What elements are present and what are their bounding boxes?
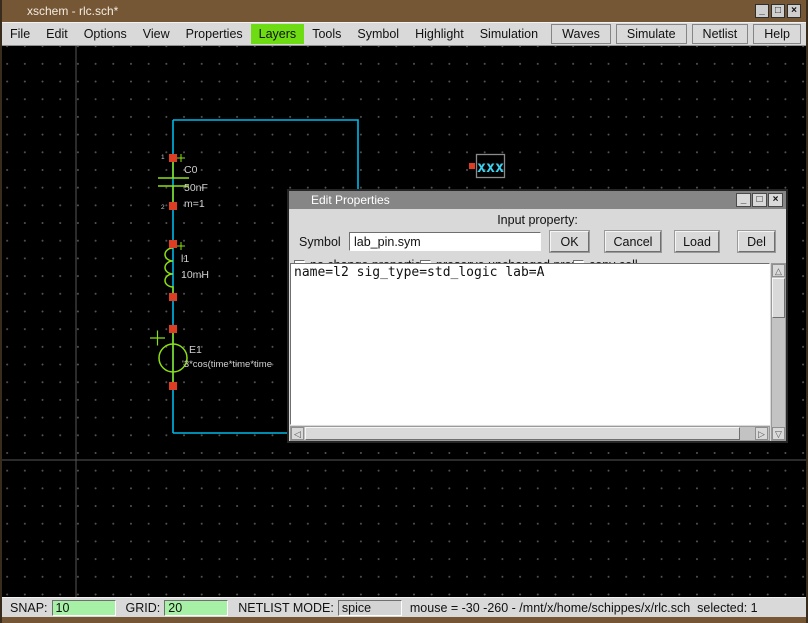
dialog-controls: _ □ × — [736, 193, 783, 207]
edit-properties-dialog: Edit Properties _ □ × Input property: Sy… — [287, 189, 788, 443]
property-text-area-wrap: name=l2 sig_type=std_logic lab=A △ ▽ ◁ ▷ — [290, 263, 786, 441]
menu-edit[interactable]: Edit — [38, 24, 76, 44]
symbol-label: Symbol — [299, 235, 341, 249]
xschem-window: xschem - rlc.sch* _ □ × File Edit Option… — [0, 0, 808, 623]
pin-square[interactable] — [169, 382, 177, 390]
maximize-icon[interactable]: □ — [752, 193, 767, 207]
minimize-icon[interactable]: _ — [736, 193, 751, 207]
component-name: E1 — [189, 344, 202, 356]
menu-bar: File Edit Options View Properties Layers… — [2, 22, 806, 46]
net-label-xxx[interactable]: xxx — [469, 155, 505, 178]
mouse-status-text: mouse = -30 -260 - /mnt/x/home/schippes/… — [410, 601, 758, 615]
voltage-source-e1[interactable]: E1 '3*cos(time*time*time — [150, 325, 272, 390]
netlist-button[interactable]: Netlist — [692, 24, 749, 44]
close-icon[interactable]: × — [787, 4, 801, 18]
capacitor-c0[interactable]: 1 2 C0 50nF m=1 — [158, 154, 208, 211]
inductor-l1[interactable]: l1 10mH — [165, 240, 209, 301]
component-name: C0 — [184, 164, 198, 176]
property-textarea[interactable]: name=l2 sig_type=std_logic lab=A — [290, 263, 770, 425]
component-name: l1 — [181, 253, 189, 265]
pin-square[interactable] — [169, 154, 177, 162]
menu-properties[interactable]: Properties — [178, 24, 251, 44]
simulate-button[interactable]: Simulate — [616, 24, 687, 44]
pin-square[interactable] — [169, 293, 177, 301]
pin-square[interactable] — [169, 240, 177, 248]
waves-button[interactable]: Waves — [551, 24, 611, 44]
menu-symbol[interactable]: Symbol — [349, 24, 407, 44]
arrow-up-icon[interactable]: △ — [772, 264, 785, 277]
menu-file[interactable]: File — [2, 24, 38, 44]
window-frame-bottom — [2, 617, 806, 623]
grid-input[interactable]: 20 — [164, 600, 228, 616]
window-titlebar[interactable]: xschem - rlc.sch* _ □ × — [2, 0, 806, 22]
symbol-row: Symbol OK Cancel Load Del — [289, 230, 786, 256]
horizontal-scrollbar-thumb[interactable] — [305, 427, 740, 440]
minimize-icon[interactable]: _ — [755, 4, 769, 18]
net-label-text: xxx — [477, 158, 504, 176]
input-property-label: Input property: — [289, 213, 786, 227]
ok-button[interactable]: OK — [550, 231, 589, 252]
arrow-right-icon[interactable]: ▷ — [755, 427, 768, 440]
pin-square[interactable] — [169, 202, 177, 210]
netlist-mode-input[interactable]: spice — [338, 600, 402, 616]
netlist-mode-label: NETLIST MODE: — [238, 601, 334, 615]
dialog-title: Edit Properties — [311, 193, 390, 207]
menu-simulation[interactable]: Simulation — [472, 24, 546, 44]
maximize-icon[interactable]: □ — [771, 4, 785, 18]
menu-tools[interactable]: Tools — [304, 24, 349, 44]
cancel-button[interactable]: Cancel — [605, 231, 661, 252]
window-title: xschem - rlc.sch* — [27, 4, 118, 18]
horizontal-scrollbar[interactable]: ◁ ▷ — [290, 426, 770, 441]
vertical-scrollbar[interactable]: △ ▽ — [771, 263, 786, 441]
source-symbol — [150, 331, 187, 383]
snap-label: SNAP: — [10, 601, 48, 615]
close-icon[interactable]: × — [768, 193, 783, 207]
menu-highlight[interactable]: Highlight — [407, 24, 472, 44]
pin-number: 2 — [161, 204, 165, 211]
pin-square[interactable] — [469, 163, 475, 169]
load-button[interactable]: Load — [675, 231, 719, 252]
window-controls: _ □ × — [755, 4, 801, 18]
vertical-scrollbar-thumb[interactable] — [772, 278, 785, 318]
menu-right-buttons: Waves Simulate Netlist Help — [551, 24, 801, 44]
pin-number: 1 — [161, 154, 165, 161]
dialog-titlebar[interactable]: Edit Properties _ □ × — [289, 191, 786, 209]
grid-label: GRID: — [126, 601, 161, 615]
snap-input[interactable]: 10 — [52, 600, 116, 616]
component-value: 50nF — [184, 182, 208, 194]
arrow-down-icon[interactable]: ▽ — [772, 427, 785, 440]
pin-square[interactable] — [169, 325, 177, 333]
menu-options[interactable]: Options — [76, 24, 135, 44]
menu-view[interactable]: View — [135, 24, 178, 44]
del-button[interactable]: Del — [738, 231, 775, 252]
arrow-left-icon[interactable]: ◁ — [291, 427, 304, 440]
component-value: '3*cos(time*time*time — [182, 359, 272, 370]
status-bar: SNAP: 10 GRID: 20 NETLIST MODE: spice mo… — [2, 597, 806, 617]
symbol-input[interactable] — [349, 232, 541, 251]
inductor-symbol — [165, 242, 185, 293]
menu-layers[interactable]: Layers — [251, 24, 305, 44]
component-value: 10mH — [181, 269, 209, 281]
help-button[interactable]: Help — [753, 24, 801, 44]
component-param: m=1 — [184, 198, 205, 210]
